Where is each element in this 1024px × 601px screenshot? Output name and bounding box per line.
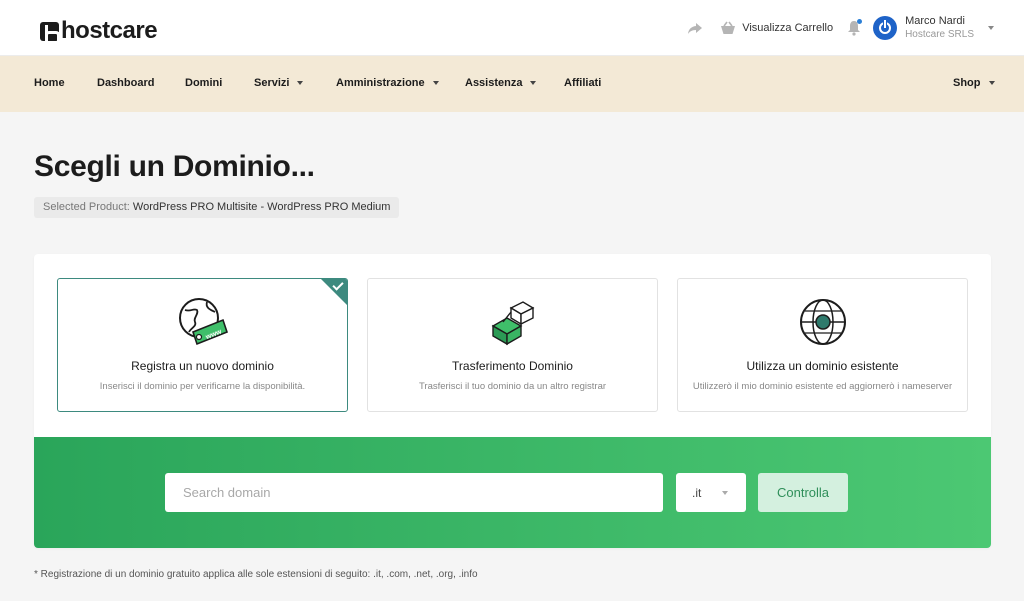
chevron-down-icon	[722, 491, 728, 495]
user-name: Marco Nardi	[905, 15, 965, 27]
user-company: Hostcare SRLS	[905, 29, 974, 40]
domain-options-card: www Registra un nuovo dominio Inserisci …	[34, 254, 991, 548]
nav-item-label: Assistenza	[465, 77, 523, 89]
nav-item-shop[interactable]: Shop	[953, 77, 995, 89]
main-nav: Home Dashboard Domini Servizi Amministra…	[0, 56, 1024, 112]
check-domain-button[interactable]: Controlla	[758, 473, 848, 512]
chevron-down-icon	[297, 81, 304, 85]
user-avatar-power-icon[interactable]	[873, 16, 898, 40]
nav-item-label: Amministrazione	[336, 77, 425, 89]
page-title: Scegli un Dominio...	[34, 150, 315, 183]
nav-item-label: Dashboard	[97, 77, 155, 89]
option-title: Registra un nuovo dominio	[131, 359, 274, 373]
nav-item-domini[interactable]: Domini	[185, 77, 222, 89]
domain-search-input[interactable]	[165, 473, 663, 512]
option-register-domain[interactable]: www Registra un nuovo dominio Inserisci …	[57, 278, 348, 412]
globe-target-icon	[799, 299, 846, 345]
option-description: Trasferisci il tuo dominio da un altro r…	[418, 381, 607, 392]
nav-item-servizi[interactable]: Servizi	[254, 77, 304, 89]
brand-name: hostcare	[61, 17, 158, 44]
top-right-actions: Visualizza Carrello Marco Nardi Hostcare…	[686, 12, 994, 44]
logo-mark-icon	[40, 21, 60, 41]
tld-select[interactable]: .it	[676, 473, 746, 512]
nav-item-dashboard[interactable]: Dashboard	[97, 77, 154, 89]
option-description: Utilizzerò il mio dominio esistente ed a…	[692, 381, 953, 392]
basket-icon	[721, 21, 736, 34]
option-title: Trasferimento Dominio	[452, 359, 573, 373]
selected-product-badge: Selected Product: WordPress PRO Multisit…	[34, 197, 400, 218]
nav-item-label: Servizi	[254, 77, 290, 89]
selected-product-label: Selected Product:	[43, 201, 130, 213]
option-use-existing-domain[interactable]: Utilizza un dominio esistente Utilizzerò…	[677, 278, 968, 412]
user-menu-chevron-down-icon[interactable]	[988, 26, 994, 30]
nav-item-affiliati[interactable]: Affiliati	[564, 77, 601, 89]
share-icon[interactable]	[686, 19, 704, 37]
brand-logo[interactable]: hostcare	[40, 17, 158, 45]
nav-item-label: Home	[34, 77, 65, 89]
nav-item-label: Affiliati	[564, 77, 602, 89]
notifications-bell-icon[interactable]	[847, 19, 863, 36]
nav-item-label: Domini	[185, 77, 223, 89]
option-transfer-domain[interactable]: Trasferimento Dominio Trasferisci il tuo…	[367, 278, 658, 412]
view-cart-link[interactable]: Visualizza Carrello	[720, 21, 833, 35]
selected-product-name: WordPress PRO Multisite - WordPress PRO …	[132, 201, 391, 213]
option-title: Utilizza un dominio esistente	[746, 359, 899, 373]
view-cart-label: Visualizza Carrello	[742, 22, 834, 34]
user-menu[interactable]: Marco Nardi Hostcare SRLS	[905, 15, 974, 41]
chevron-down-icon	[988, 81, 995, 85]
notification-dot	[857, 19, 863, 24]
nav-item-amministrazione[interactable]: Amministrazione	[336, 77, 439, 89]
tld-selected-value: .it	[692, 485, 702, 500]
chevron-down-icon	[432, 81, 439, 85]
domain-search-band: .it Controlla	[34, 437, 991, 548]
transfer-box-icon	[491, 301, 534, 346]
free-domain-footnote: * Registrazione di un dominio gratuito a…	[34, 569, 478, 580]
nav-item-home[interactable]: Home	[34, 77, 65, 89]
top-bar: hostcare Visualizza Carrello Marco Nardi…	[0, 0, 1024, 56]
globe-www-icon: www	[178, 298, 228, 346]
nav-item-assistenza[interactable]: Assistenza	[465, 77, 537, 89]
option-description: Inserisci il dominio per verificarne la …	[99, 381, 306, 392]
chevron-down-icon	[530, 81, 537, 85]
nav-item-label: Shop	[953, 77, 981, 89]
